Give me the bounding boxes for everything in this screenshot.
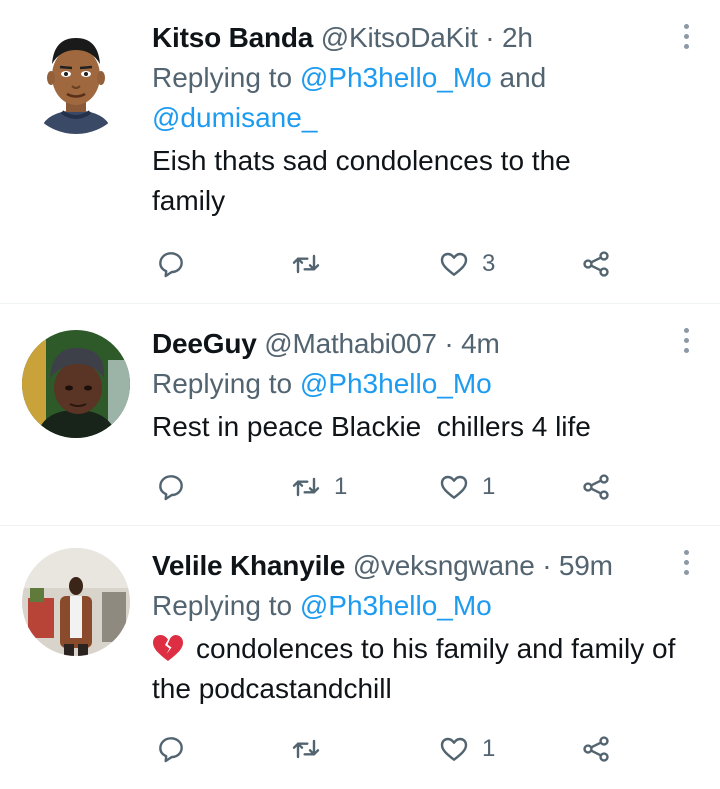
tweet-text-container: condolences to his family and family of … (152, 629, 700, 709)
separator-dot: · (485, 22, 495, 53)
mention-link[interactable]: @dumisane_ (152, 102, 317, 133)
reply-button[interactable] (155, 244, 199, 284)
like-button[interactable]: 1 (438, 467, 495, 507)
share-button[interactable] (580, 244, 612, 284)
separator-dot: · (542, 550, 552, 581)
tweet-text: Rest in peace Blackie chillers 4 life (152, 411, 591, 442)
retweet-button[interactable]: 1 (290, 467, 347, 507)
tweet-header: DeeGuy @Mathabi007 · 4m (152, 324, 700, 364)
tweet-text: Eish thats sad condolences to the family (152, 145, 571, 216)
more-options-icon[interactable] (682, 550, 692, 578)
tweet-content: Kitso Banda @KitsoDaKit · 2h Replying to… (152, 18, 700, 221)
replying-to-label: Replying to (152, 368, 300, 399)
avatar-photo (22, 548, 130, 656)
tweet-1[interactable]: Kitso Banda @KitsoDaKit · 2h Replying to… (0, 0, 720, 304)
heart-icon (440, 737, 468, 761)
avatar[interactable] (22, 330, 130, 438)
reply-button[interactable] (155, 467, 199, 507)
heart-icon (440, 475, 468, 499)
share-icon (583, 251, 609, 277)
reply-icon (159, 252, 183, 278)
retweet-icon (292, 477, 320, 497)
reply-icon (159, 475, 183, 501)
retweet-button[interactable] (290, 729, 334, 769)
timestamp[interactable]: 59m (559, 550, 613, 581)
reply-button[interactable] (155, 729, 199, 769)
tweet-actions: 1 1 (155, 467, 680, 507)
display-name[interactable]: Kitso Banda (152, 22, 313, 53)
mention-link[interactable]: @Ph3hello_Mo (300, 62, 492, 93)
heart-icon (440, 252, 468, 276)
like-button[interactable]: 3 (438, 244, 495, 284)
share-icon (583, 736, 609, 762)
like-count: 1 (482, 473, 496, 500)
share-icon (583, 474, 609, 500)
like-button[interactable]: 1 (438, 729, 495, 769)
tweet-content: Velile Khanyile @veksngwane · 59m Replyi… (152, 546, 700, 709)
retweet-button[interactable] (290, 244, 334, 284)
avatar-photo (22, 330, 130, 438)
like-count: 1 (482, 735, 496, 762)
broken-heart-emoji-icon (153, 635, 183, 661)
replying-to: Replying to @Ph3hello_Mo and @dumisane_ (152, 58, 700, 138)
share-button[interactable] (580, 467, 612, 507)
user-handle[interactable]: @veksngwane (353, 550, 535, 581)
timestamp[interactable]: 4m (461, 328, 500, 359)
replying-to-label: Replying to (152, 590, 300, 621)
user-handle[interactable]: @KitsoDaKit (321, 22, 478, 53)
replying-to: Replying to @Ph3hello_Mo (152, 586, 700, 626)
tweet-3[interactable]: Velile Khanyile @veksngwane · 59m Replyi… (0, 526, 720, 789)
tweet-actions: 3 (155, 244, 680, 284)
more-options-icon[interactable] (682, 24, 692, 52)
mention-link[interactable]: @Ph3hello_Mo (300, 590, 492, 621)
more-options-icon[interactable] (682, 328, 692, 356)
mention-joiner: and (491, 62, 547, 93)
replying-to: Replying to @Ph3hello_Mo (152, 364, 700, 404)
replying-to-label: Replying to (152, 62, 300, 93)
reply-icon (159, 737, 183, 763)
user-handle[interactable]: @Mathabi007 (264, 328, 437, 359)
tweet-header: Velile Khanyile @veksngwane · 59m (152, 546, 700, 586)
timestamp[interactable]: 2h (502, 22, 533, 53)
tweet-header: Kitso Banda @KitsoDaKit · 2h (152, 18, 700, 58)
tweet-text: condolences to his family and family of … (152, 633, 676, 704)
share-button[interactable] (580, 729, 612, 769)
mention-link[interactable]: @Ph3hello_Mo (300, 368, 492, 399)
display-name[interactable]: DeeGuy (152, 328, 257, 359)
avatar-cartoon-man (22, 26, 130, 134)
tweet-actions: 1 (155, 729, 680, 769)
display-name[interactable]: Velile Khanyile (152, 550, 345, 581)
tweet-2[interactable]: DeeGuy @Mathabi007 · 4m Replying to @Ph3… (0, 304, 720, 526)
avatar[interactable] (22, 548, 130, 656)
tweet-content: DeeGuy @Mathabi007 · 4m Replying to @Ph3… (152, 324, 700, 447)
like-count: 3 (482, 250, 496, 277)
separator-dot: · (444, 328, 454, 359)
retweet-count: 1 (334, 473, 348, 500)
avatar[interactable] (22, 26, 130, 134)
retweet-icon (292, 254, 320, 274)
retweet-icon (292, 739, 320, 759)
